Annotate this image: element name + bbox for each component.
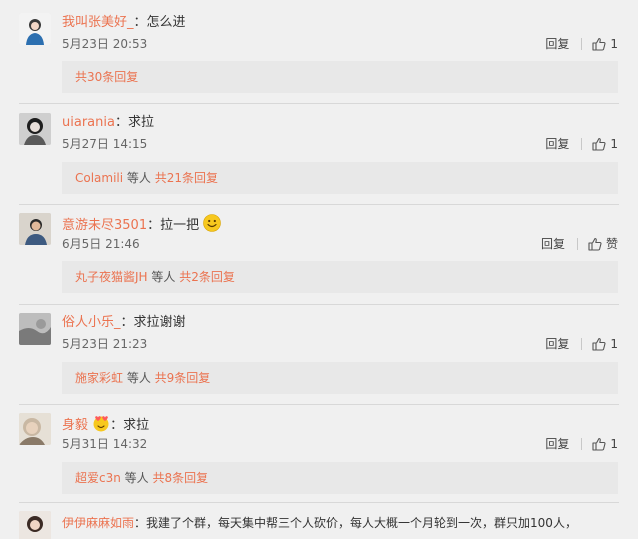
comment-actions: 回复 1 bbox=[545, 36, 618, 52]
reply-count-link[interactable]: 共9条回复 bbox=[155, 371, 211, 385]
reply-summary[interactable]: Colamili 等人 共21条回复 bbox=[62, 162, 618, 194]
timestamp: 5月31日 14:32 bbox=[62, 437, 148, 451]
divider bbox=[19, 103, 619, 104]
like-button[interactable]: 1 bbox=[591, 336, 618, 352]
thumbs-up-icon bbox=[591, 336, 607, 352]
divider bbox=[19, 204, 619, 205]
avatar[interactable] bbox=[19, 213, 51, 245]
comment-actions: 回复 1 bbox=[545, 436, 618, 452]
like-button[interactable]: 1 bbox=[591, 436, 618, 452]
like-button[interactable]: 1 bbox=[591, 36, 618, 52]
comment-line: 意游未尽3501：拉一把 bbox=[62, 214, 222, 235]
action-divider bbox=[581, 338, 583, 350]
divider bbox=[19, 404, 619, 405]
reply-username[interactable]: 施家彩虹 bbox=[75, 371, 123, 385]
like-button[interactable]: 赞 bbox=[587, 236, 618, 252]
comment-actions: 回复 1 bbox=[545, 136, 618, 152]
like-count: 1 bbox=[610, 37, 618, 51]
reply-username[interactable]: 丸子夜猫酱JH bbox=[75, 270, 148, 284]
divider bbox=[19, 304, 619, 305]
avatar[interactable] bbox=[19, 511, 51, 539]
comment-text: 怎么进 bbox=[146, 15, 186, 30]
comment-text: 拉一把 bbox=[160, 218, 200, 233]
reply-summary[interactable]: 施家彩虹 等人 共9条回复 bbox=[62, 362, 618, 394]
reply-username[interactable]: Colamili bbox=[75, 171, 123, 185]
action-divider bbox=[576, 238, 578, 250]
reply-button[interactable]: 回复 bbox=[545, 336, 569, 352]
reply-username[interactable]: 超爱c3n bbox=[75, 471, 121, 485]
reply-count-link[interactable]: 共8条回复 bbox=[152, 471, 208, 485]
reply-button[interactable]: 回复 bbox=[545, 436, 569, 452]
reply-count-link[interactable]: 共30条回复 bbox=[75, 70, 138, 84]
thumbs-up-icon bbox=[591, 36, 607, 52]
username[interactable]: 意游未尽3501 bbox=[62, 218, 147, 233]
thumbs-up-icon bbox=[591, 136, 607, 152]
like-count: 1 bbox=[610, 337, 618, 351]
comment-text: 我建了个群，每天集中帮三个人砍价，每人大概一个月轮到一次，群只加100人， bbox=[146, 516, 577, 530]
reply-button[interactable]: 回复 bbox=[545, 36, 569, 52]
avatar[interactable] bbox=[19, 413, 51, 445]
timestamp: 5月23日 21:23 bbox=[62, 337, 148, 351]
action-divider bbox=[581, 38, 583, 50]
avatar[interactable] bbox=[19, 13, 51, 45]
reply-button[interactable]: 回复 bbox=[541, 236, 565, 252]
reply-summary[interactable]: 丸子夜猫酱JH 等人 共2条回复 bbox=[62, 261, 618, 293]
comment-line: 俗人小乐_：求拉谢谢 bbox=[62, 315, 186, 330]
like-count: 1 bbox=[610, 437, 618, 451]
reply-count-link[interactable]: 共2条回复 bbox=[179, 270, 235, 284]
divider bbox=[19, 502, 619, 503]
timestamp: 5月27日 14:15 bbox=[62, 137, 148, 151]
like-count: 1 bbox=[610, 137, 618, 151]
thumbs-up-icon bbox=[587, 236, 603, 252]
comment-line: uiarania：求拉 bbox=[62, 115, 154, 130]
username[interactable]: 俗人小乐_ bbox=[62, 315, 121, 330]
comment-text: 求拉 bbox=[123, 418, 150, 433]
comment-text: 求拉 bbox=[127, 115, 154, 130]
action-divider bbox=[581, 138, 583, 150]
comment-actions: 回复 1 bbox=[545, 336, 618, 352]
username[interactable]: 伊伊麻麻如雨 bbox=[62, 516, 134, 530]
comment-text: 求拉谢谢 bbox=[133, 315, 186, 330]
comment-line: 我叫张美好_：怎么进 bbox=[62, 15, 186, 30]
comment-feed: 我叫张美好_：怎么进 5月23日 20:53 回复 1 共30条回复 uiara… bbox=[0, 0, 638, 539]
avatar[interactable] bbox=[19, 113, 51, 145]
comment-line: 伊伊麻麻如雨：我建了个群，每天集中帮三个人砍价，每人大概一个月轮到一次，群只加1… bbox=[62, 516, 577, 530]
timestamp: 5月23日 20:53 bbox=[62, 37, 148, 51]
comment-line: 身毅 ：求拉 bbox=[62, 414, 149, 435]
like-button[interactable]: 1 bbox=[591, 136, 618, 152]
smile-emoji-icon bbox=[203, 214, 222, 232]
username[interactable]: 身毅 bbox=[62, 418, 88, 433]
username[interactable]: 我叫张美好_ bbox=[62, 15, 134, 30]
action-divider bbox=[581, 438, 583, 450]
avatar[interactable] bbox=[19, 313, 51, 345]
reply-button[interactable]: 回复 bbox=[545, 136, 569, 152]
like-count: 赞 bbox=[605, 237, 618, 251]
love-emoji-icon bbox=[92, 414, 110, 432]
thumbs-up-icon bbox=[591, 436, 607, 452]
username[interactable]: uiarania bbox=[62, 115, 115, 130]
comment-actions: 回复 赞 bbox=[541, 236, 618, 252]
reply-count-link[interactable]: 共21条回复 bbox=[155, 171, 218, 185]
timestamp: 6月5日 21:46 bbox=[62, 237, 140, 251]
reply-summary[interactable]: 共30条回复 bbox=[62, 61, 618, 93]
reply-summary[interactable]: 超爱c3n 等人 共8条回复 bbox=[62, 462, 618, 494]
